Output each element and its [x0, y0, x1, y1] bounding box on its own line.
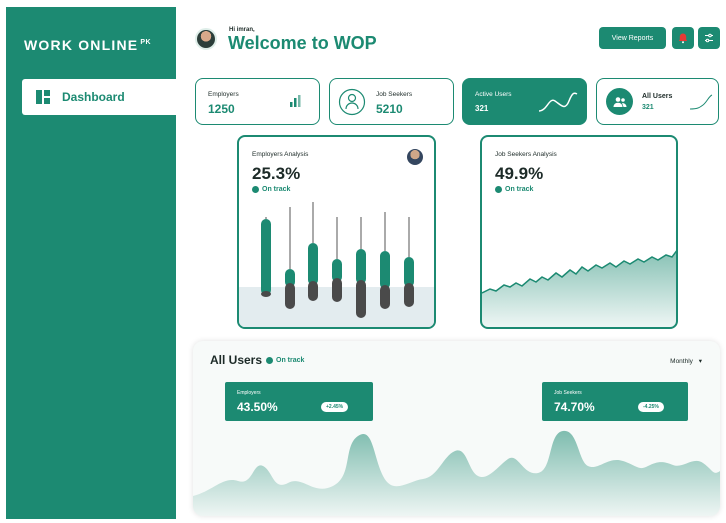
stat-card-job-seekers[interactable]: Job Seekers 5210 — [329, 78, 454, 125]
bar-upper-segment — [356, 249, 366, 284]
bar-upper-segment — [261, 219, 271, 295]
stat-title: Employers — [208, 91, 239, 98]
notification-button[interactable] — [672, 27, 694, 49]
card-value: 49.9% — [495, 164, 544, 183]
employers-bar-chart — [261, 202, 414, 318]
bar-lower-segment — [356, 280, 366, 318]
bar-upper-segment — [308, 243, 318, 285]
stat-card-active-users[interactable]: Active Users 321 — [462, 78, 587, 125]
stat-title: All Users — [642, 93, 673, 100]
bar-upper-segment — [380, 251, 390, 289]
bar-chart-icon — [290, 95, 301, 107]
dashboard-grid-icon — [36, 90, 50, 104]
change-badge: +2.45% — [321, 402, 349, 412]
job-seekers-analysis-card[interactable]: Job Seekers Analysis 49.9% On track — [480, 135, 678, 329]
stat-value: 321 — [642, 104, 654, 111]
stat-value: 5210 — [376, 102, 403, 116]
all-users-panel: All Users On track Monthly ▾ Employers 4… — [193, 341, 720, 516]
view-reports-button[interactable]: View Reports — [599, 27, 666, 49]
panel-title: All Users — [210, 353, 263, 367]
avatar[interactable] — [195, 28, 217, 50]
bar-lower-segment — [332, 278, 342, 302]
card-title: Job Seekers Analysis — [495, 151, 557, 158]
summary-label: Employers — [237, 390, 261, 396]
trend-line-icon — [538, 92, 578, 112]
bar-lower-segment — [380, 285, 390, 309]
job-seekers-summary-card[interactable]: Job Seekers 74.70% -4.25% — [542, 382, 688, 421]
sidebar-item-label: Dashboard — [62, 90, 125, 104]
bar-lower-segment — [308, 281, 318, 301]
brand-suffix: PK — [140, 39, 152, 47]
status-badge: On track — [495, 186, 533, 193]
settings-button[interactable] — [698, 27, 720, 49]
all-users-area-chart — [193, 430, 720, 516]
employers-summary-card[interactable]: Employers 43.50% +2.45% — [225, 382, 373, 421]
sidebar: WORK ONLINE PK Dashboard — [6, 7, 176, 519]
page-title: Welcome to WOP — [228, 33, 377, 53]
stat-title: Active Users — [475, 91, 512, 98]
bar-upper-segment — [404, 257, 414, 287]
sidebar-item-dashboard[interactable]: Dashboard — [22, 79, 176, 115]
brand-logo: WORK ONLINE PK — [24, 37, 151, 53]
chevron-down-icon: ▾ — [698, 358, 702, 365]
stat-value: 321 — [475, 104, 489, 113]
stat-card-all-users[interactable]: All Users 321 — [596, 78, 719, 125]
bar-lower-segment — [285, 283, 295, 309]
bar-lower-segment — [261, 291, 271, 297]
status-badge: On track — [266, 357, 304, 364]
summary-value: 43.50% — [237, 400, 278, 414]
stat-card-employers[interactable]: Employers 1250 — [195, 78, 320, 125]
brand-name: WORK ONLINE — [24, 37, 139, 53]
period-select[interactable]: Monthly ▾ — [670, 357, 702, 365]
employers-analysis-card[interactable]: Employers Analysis 25.3% On track — [237, 135, 436, 329]
stat-value: 1250 — [208, 102, 235, 116]
job-seekers-area-chart — [482, 250, 676, 327]
mini-trend-icon — [689, 94, 713, 110]
summary-value: 74.70% — [554, 400, 595, 414]
summary-label: Job Seekers — [554, 390, 582, 396]
job-seeker-icon — [338, 88, 366, 116]
sliders-icon — [705, 33, 713, 43]
stat-title: Job Seekers — [376, 91, 413, 98]
change-badge: -4.25% — [638, 402, 664, 412]
users-icon — [606, 88, 633, 115]
bar-lower-segment — [404, 283, 414, 307]
bell-icon — [678, 33, 688, 44]
